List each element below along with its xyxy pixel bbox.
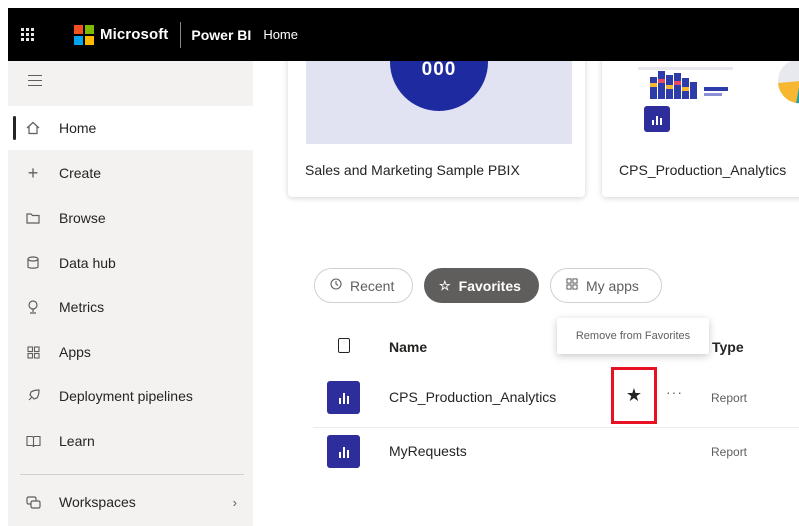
database-icon	[25, 255, 41, 271]
sidebar-item-label: Workspaces	[59, 494, 136, 510]
main-content: 000 Sales and Marketing Sample PBIX CPS_…	[253, 61, 799, 526]
book-icon	[25, 433, 41, 449]
top-bar: Microsoft Power BI Home	[8, 8, 799, 61]
trophy-icon	[25, 299, 41, 315]
card-title: Sales and Marketing Sample PBIX	[305, 162, 520, 178]
chevron-right-icon: ›	[232, 494, 237, 510]
microsoft-logo-icon	[74, 24, 94, 45]
apps-icon	[566, 278, 578, 293]
table-row[interactable]: CPS_Production_Analytics Report	[313, 371, 799, 423]
tab-label: Recent	[350, 277, 395, 294]
sidebar-item-label: Create	[59, 165, 102, 181]
row-type: Report	[711, 445, 748, 459]
row-name[interactable]: MyRequests	[389, 443, 467, 459]
header-divider	[180, 21, 182, 48]
thumbnail-logo: 000	[390, 61, 488, 111]
sidebar-divider	[20, 474, 244, 475]
row-name[interactable]: CPS_Production_Analytics	[389, 389, 556, 405]
hamburger-icon[interactable]	[28, 75, 42, 90]
app-title[interactable]: Power BI	[191, 27, 251, 43]
clock-icon	[330, 278, 342, 293]
tab-label: My apps	[586, 277, 639, 294]
sidebar-item-data-hub[interactable]: Data hub	[8, 241, 253, 285]
workspaces-icon	[25, 494, 41, 510]
report-icon	[644, 106, 670, 132]
card-thumbnail	[620, 61, 799, 144]
tooltip: Remove from Favorites	[557, 318, 709, 354]
sidebar-item-browse[interactable]: Browse	[8, 196, 253, 240]
breadcrumb[interactable]: Home	[263, 27, 298, 42]
sidebar-item-metrics[interactable]: Metrics	[8, 285, 253, 329]
card-thumbnail: 000	[306, 61, 572, 144]
home-icon	[25, 120, 41, 136]
sidebar-item-apps[interactable]: Apps	[8, 330, 253, 374]
app-frame: Microsoft Power BI Home Home + Create Br…	[0, 0, 799, 526]
sidebar-item-home[interactable]: Home	[8, 106, 253, 150]
sidebar-item-workspaces[interactable]: Workspaces ›	[8, 480, 253, 524]
sidebar-item-learn[interactable]: Learn	[8, 419, 253, 463]
sidebar-item-label: Learn	[59, 433, 95, 449]
folder-icon	[25, 210, 41, 226]
sidebar-item-label: Browse	[59, 210, 106, 226]
tab-my-apps[interactable]: My apps	[550, 268, 662, 303]
favorite-star-button[interactable]: ★	[611, 367, 657, 424]
row-type: Report	[711, 391, 748, 405]
more-options-button[interactable]: ···	[666, 384, 683, 400]
report-icon	[327, 435, 360, 468]
file-type-icon	[338, 338, 350, 353]
star-outline-icon: ☆	[439, 277, 451, 293]
app-launcher-icon[interactable]	[8, 8, 46, 61]
sidebar-item-label: Home	[59, 120, 97, 136]
tab-favorites[interactable]: ☆ Favorites	[424, 268, 539, 303]
sidebar-item-label: Metrics	[59, 299, 105, 315]
sidebar-item-label: Apps	[59, 344, 91, 360]
rocket-icon	[25, 388, 41, 404]
tab-recent[interactable]: Recent	[314, 268, 413, 303]
column-header-name[interactable]: Name	[389, 339, 427, 355]
microsoft-logo[interactable]: Microsoft	[74, 24, 169, 45]
report-icon	[327, 381, 360, 414]
plus-icon: +	[27, 162, 39, 183]
recommended-card[interactable]: 000 Sales and Marketing Sample PBIX	[288, 61, 585, 197]
apps-icon	[25, 344, 41, 360]
recommended-card[interactable]: CPS_Production_Analytics	[602, 61, 799, 197]
table-row[interactable]: MyRequests Report	[313, 425, 799, 477]
brand-label: Microsoft	[100, 26, 169, 43]
sidebar: Home + Create Browse Data hub Metrics Ap…	[8, 61, 253, 526]
sidebar-item-label: Data hub	[59, 255, 116, 271]
sidebar-item-label: Deployment pipelines	[59, 388, 193, 404]
sidebar-item-deployment-pipelines[interactable]: Deployment pipelines	[8, 374, 253, 418]
tab-label: Favorites	[458, 277, 521, 294]
star-filled-icon: ★	[625, 385, 643, 405]
column-header-type[interactable]: Type	[712, 339, 744, 355]
sidebar-item-create[interactable]: + Create	[8, 151, 253, 195]
card-title: CPS_Production_Analytics	[619, 162, 787, 178]
